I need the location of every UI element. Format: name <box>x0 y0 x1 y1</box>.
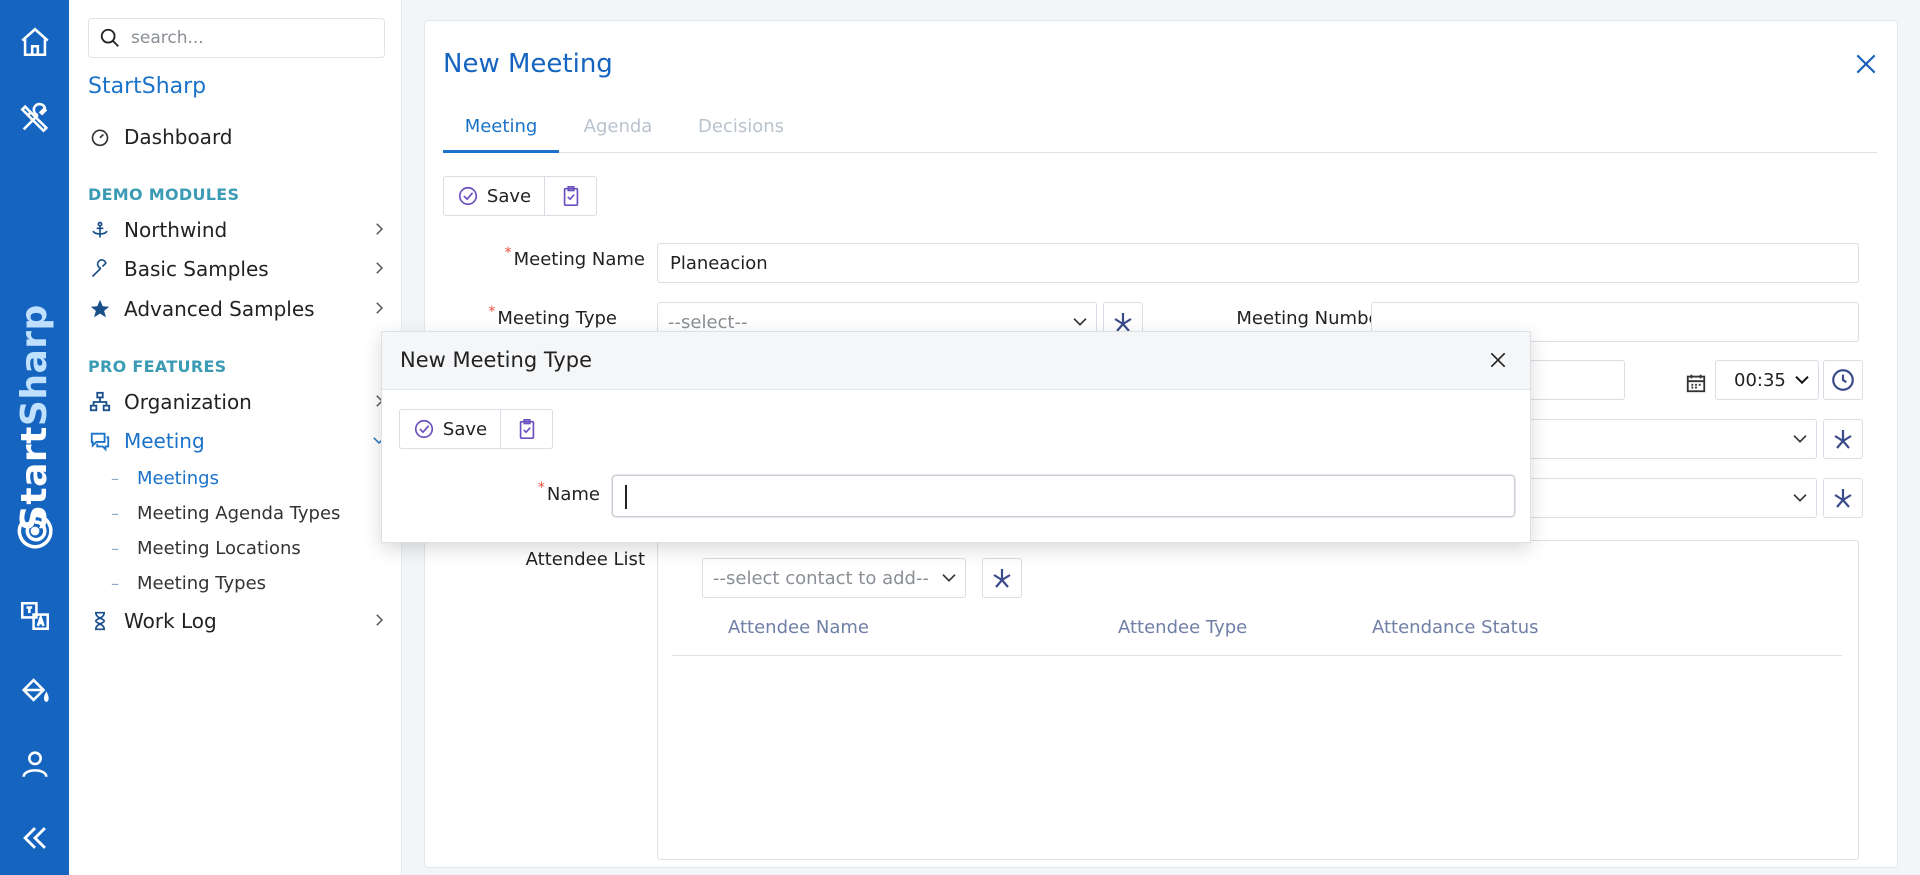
clock-button[interactable] <box>1823 360 1863 400</box>
meeting-name-field[interactable]: Planeacion <box>657 243 1859 283</box>
brand-logo: StartSharp <box>12 300 58 560</box>
chevron-right-icon <box>376 302 384 314</box>
sidebar-item-label: Basic Samples <box>124 257 269 281</box>
sidebar-item-label: Work Log <box>124 609 217 633</box>
tab-meeting[interactable]: Meeting <box>443 109 559 153</box>
tools-icon[interactable] <box>17 100 53 136</box>
asterisk-icon <box>993 569 1011 588</box>
chevron-down-icon <box>1793 435 1807 443</box>
dialog-toolbar: Save <box>399 409 553 449</box>
sidebar-title: StartSharp <box>88 74 207 99</box>
meeting-number-label: Meeting Number <box>1236 308 1387 329</box>
chevron-right-icon <box>376 614 384 626</box>
chevron-down-icon <box>1073 318 1087 326</box>
attendee-list-label: Attendee List <box>525 549 645 570</box>
meeting-type-label: * Meeting Type <box>488 304 617 329</box>
star-icon <box>88 297 112 321</box>
chevron-down-icon <box>1795 375 1809 385</box>
sidebar-item-northwind[interactable]: Northwind <box>88 214 388 246</box>
section-pro-features: PRO FEATURES <box>88 357 227 376</box>
attendee-list-panel: --select contact to add-- Attendee Name … <box>657 540 1859 860</box>
add-contact-button[interactable] <box>982 558 1022 598</box>
hourglass-icon <box>88 609 112 633</box>
tab-decisions[interactable]: Decisions <box>677 109 805 153</box>
sidebar-item-dashboard[interactable]: Dashboard <box>88 121 388 153</box>
location-select[interactable] <box>1525 419 1817 459</box>
sidebar-item-work-log[interactable]: Work Log <box>88 605 388 637</box>
close-icon[interactable] <box>1853 51 1879 77</box>
chevron-down-icon <box>942 574 956 582</box>
close-icon[interactable] <box>1488 350 1508 370</box>
sidebar-item-meeting[interactable]: Meeting <box>88 425 388 457</box>
contact-select[interactable]: --select contact to add-- <box>702 558 966 598</box>
toolbar: Save <box>443 176 597 216</box>
sidebar-item-label: Northwind <box>124 218 228 242</box>
sidebar: StartSharp Dashboard DEMO MODULES Northw… <box>69 0 402 875</box>
dashboard-icon <box>88 125 112 149</box>
dialog-title: New Meeting Type <box>400 348 593 372</box>
section-demo-modules: DEMO MODULES <box>88 185 240 204</box>
anchor-icon <box>88 218 112 242</box>
sidebar-subitem-meeting-locations[interactable]: – Meeting Locations <box>111 534 301 562</box>
asterisk-icon <box>1834 430 1852 449</box>
sidebar-subitem-meeting-types[interactable]: – Meeting Types <box>111 569 266 597</box>
sidebar-item-label: Organization <box>124 390 252 414</box>
apply-changes-button[interactable] <box>544 177 596 215</box>
chevron-right-icon <box>376 262 384 274</box>
asterisk-icon <box>1834 489 1852 508</box>
sidebar-item-label: Advanced Samples <box>124 297 315 321</box>
column-header-attendee-name[interactable]: Attendee Name <box>728 617 869 638</box>
sidebar-item-advanced-samples[interactable]: Advanced Samples <box>88 293 388 325</box>
tab-agenda[interactable]: Agenda <box>559 109 677 153</box>
translate-icon[interactable] <box>17 598 53 634</box>
check-circle-icon <box>414 419 433 439</box>
clipboard-check-icon <box>563 186 578 206</box>
column-header-attendee-type[interactable]: Attendee Type <box>1118 617 1247 638</box>
wrench-icon <box>88 257 112 281</box>
sidebar-item-basic-samples[interactable]: Basic Samples <box>88 253 388 285</box>
tab-bar: Meeting Agenda Decisions <box>443 109 1877 153</box>
sidebar-subitem-meeting-agenda-types[interactable]: – Meeting Agenda Types <box>111 499 340 527</box>
dialog-header: New Meeting Type <box>382 332 1530 390</box>
column-header-attendance-status[interactable]: Attendance Status <box>1372 617 1539 638</box>
search-icon <box>100 28 119 47</box>
text-caret <box>625 485 627 509</box>
clipboard-check-icon <box>519 419 534 439</box>
save-button[interactable]: Save <box>444 177 544 215</box>
calendar-icon[interactable] <box>1685 372 1707 394</box>
start-date-field[interactable] <box>1525 360 1625 400</box>
sidebar-item-label: Dashboard <box>124 125 233 149</box>
icon-rail: StartSharp <box>0 0 69 875</box>
meeting-name-label: * Meeting Name <box>504 245 645 270</box>
check-circle-icon <box>458 186 477 206</box>
start-time-select[interactable]: 00:35 <box>1715 360 1819 400</box>
paint-bucket-icon[interactable] <box>17 672 53 708</box>
chat-icon <box>88 429 112 453</box>
search-box[interactable] <box>88 18 385 58</box>
sidebar-subitem-meetings[interactable]: – Meetings <box>111 464 219 492</box>
page-title: New Meeting <box>443 49 613 79</box>
add-location-button[interactable] <box>1823 419 1863 459</box>
search-input[interactable] <box>129 27 369 49</box>
add-unit-button[interactable] <box>1823 478 1863 518</box>
name-label: * Name <box>537 480 600 505</box>
header-divider <box>672 655 1842 656</box>
chevron-right-icon <box>376 223 384 235</box>
home-icon[interactable] <box>17 24 53 60</box>
user-icon[interactable] <box>17 746 53 782</box>
name-field[interactable] <box>612 475 1515 517</box>
sidebar-item-label: Meeting <box>124 429 205 453</box>
new-meeting-type-dialog: New Meeting Type Save * Name <box>381 331 1531 543</box>
dialog-save-button[interactable]: Save <box>400 410 500 448</box>
org-chart-icon <box>88 390 112 414</box>
collapse-icon[interactable] <box>17 820 53 856</box>
chevron-down-icon <box>1793 494 1807 502</box>
unit-select[interactable] <box>1525 478 1817 518</box>
clock-icon <box>1832 369 1854 391</box>
sidebar-item-organization[interactable]: Organization <box>88 386 388 418</box>
dialog-apply-button[interactable] <box>500 410 552 448</box>
